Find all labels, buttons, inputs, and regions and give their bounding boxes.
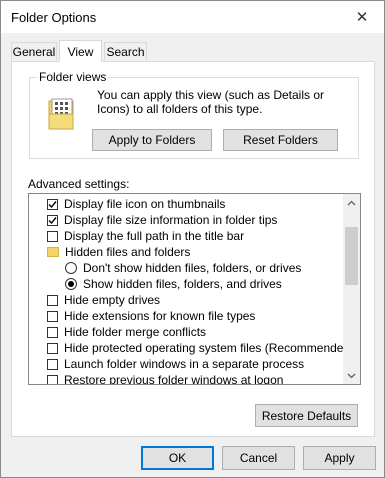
list-item[interactable]: Display file size information in folder … — [47, 212, 277, 228]
checkbox[interactable] — [47, 342, 58, 354]
checkbox[interactable] — [47, 374, 58, 384]
list-item-label: Display the full path in the title bar — [64, 229, 245, 243]
restore-defaults-label: Restore Defaults — [261, 408, 352, 423]
apply-label: Apply — [324, 451, 355, 465]
list-item-label: Hide extensions for known file types — [64, 309, 256, 323]
title-bar: Folder Options ✕ — [1, 1, 384, 33]
checkbox[interactable] — [47, 358, 58, 370]
tab-search[interactable]: Search — [104, 42, 147, 60]
list-item[interactable]: Display the full path in the title bar — [47, 228, 244, 244]
folder-views-description: You can apply this view (such as Details… — [97, 88, 325, 116]
vertical-scrollbar[interactable] — [343, 194, 360, 384]
list-item-label: Launch folder windows in a separate proc… — [64, 357, 305, 371]
list-group-header: Hidden files and folders — [47, 244, 190, 260]
scrollbar-thumb[interactable] — [345, 227, 358, 285]
tab-search-label: Search — [106, 44, 145, 59]
list-item[interactable]: Restore previous folder windows at logon — [47, 372, 284, 385]
list-item[interactable]: Don't show hidden files, folders, or dri… — [65, 260, 301, 276]
folder-views-legend: Folder views — [37, 70, 109, 84]
checkbox[interactable] — [47, 326, 58, 338]
checkbox-checked[interactable] — [47, 214, 58, 226]
list-item[interactable]: Hide folder merge conflicts — [47, 324, 206, 340]
radio-button[interactable] — [65, 262, 77, 274]
list-item-label: Restore previous folder windows at logon — [64, 373, 284, 385]
window-title: Folder Options — [11, 10, 97, 25]
view-tab-panel: Folder views You can apply this view (su… — [11, 61, 375, 437]
close-button[interactable]: ✕ — [340, 1, 384, 32]
list-item-label: Show hidden files, folders, and drives — [83, 277, 282, 291]
checkbox[interactable] — [47, 294, 58, 306]
list-item-label: Hide empty drives — [64, 293, 161, 307]
list-item[interactable]: Hide extensions for known file types — [47, 308, 255, 324]
list-item-label: Display file size information in folder … — [64, 213, 278, 227]
reset-folders-button[interactable]: Reset Folders — [223, 129, 338, 151]
folder-icon — [47, 247, 59, 257]
reset-folders-label: Reset Folders — [243, 133, 318, 147]
radio-dot-icon — [68, 281, 74, 287]
checkbox[interactable] — [47, 310, 58, 322]
ok-label: OK — [168, 451, 187, 465]
folder-views-icon — [48, 98, 74, 133]
tab-general[interactable]: General — [11, 42, 57, 60]
cancel-label: Cancel — [239, 451, 278, 465]
list-item[interactable]: Display file icon on thumbnails — [47, 196, 225, 212]
tab-general-label: General — [12, 44, 56, 59]
tab-view-label: View — [67, 44, 94, 59]
list-item-label: Hide folder merge conflicts — [64, 325, 207, 339]
scroll-down-button[interactable] — [343, 367, 360, 384]
close-icon: ✕ — [355, 8, 369, 26]
ok-button[interactable]: OK — [141, 446, 214, 470]
chevron-up-icon — [347, 200, 356, 205]
apply-to-folders-button[interactable]: Apply to Folders — [92, 129, 212, 151]
list-item[interactable]: Hide protected operating system files (R… — [47, 340, 354, 356]
list-item-label: Display file icon on thumbnails — [64, 197, 226, 211]
list-item-label: Hide protected operating system files (R… — [64, 341, 355, 355]
tab-view[interactable]: View — [59, 40, 102, 62]
checkbox[interactable] — [47, 230, 58, 242]
scroll-up-button[interactable] — [343, 194, 360, 211]
list-item-label: Hidden files and folders — [65, 245, 191, 259]
apply-to-folders-label: Apply to Folders — [108, 133, 196, 147]
list-item[interactable]: Launch folder windows in a separate proc… — [47, 356, 304, 372]
folder-options-window: Folder Options ✕ General View Search Fol… — [0, 0, 385, 478]
radio-button-selected[interactable] — [65, 278, 77, 290]
folder-views-group: Folder views You can apply this view (su… — [29, 70, 359, 159]
cancel-button[interactable]: Cancel — [222, 446, 295, 470]
list-item[interactable]: Hide empty drives — [47, 292, 160, 308]
checkbox-checked[interactable] — [47, 198, 58, 210]
advanced-settings-list[interactable]: Display file icon on thumbnails Display … — [28, 193, 361, 385]
list-item[interactable]: Show hidden files, folders, and drives — [65, 276, 282, 292]
apply-button[interactable]: Apply — [303, 446, 376, 470]
chevron-down-icon — [347, 373, 356, 378]
restore-defaults-button[interactable]: Restore Defaults — [255, 404, 358, 427]
list-item-label: Don't show hidden files, folders, or dri… — [83, 261, 302, 275]
advanced-settings-label: Advanced settings: — [28, 177, 130, 191]
